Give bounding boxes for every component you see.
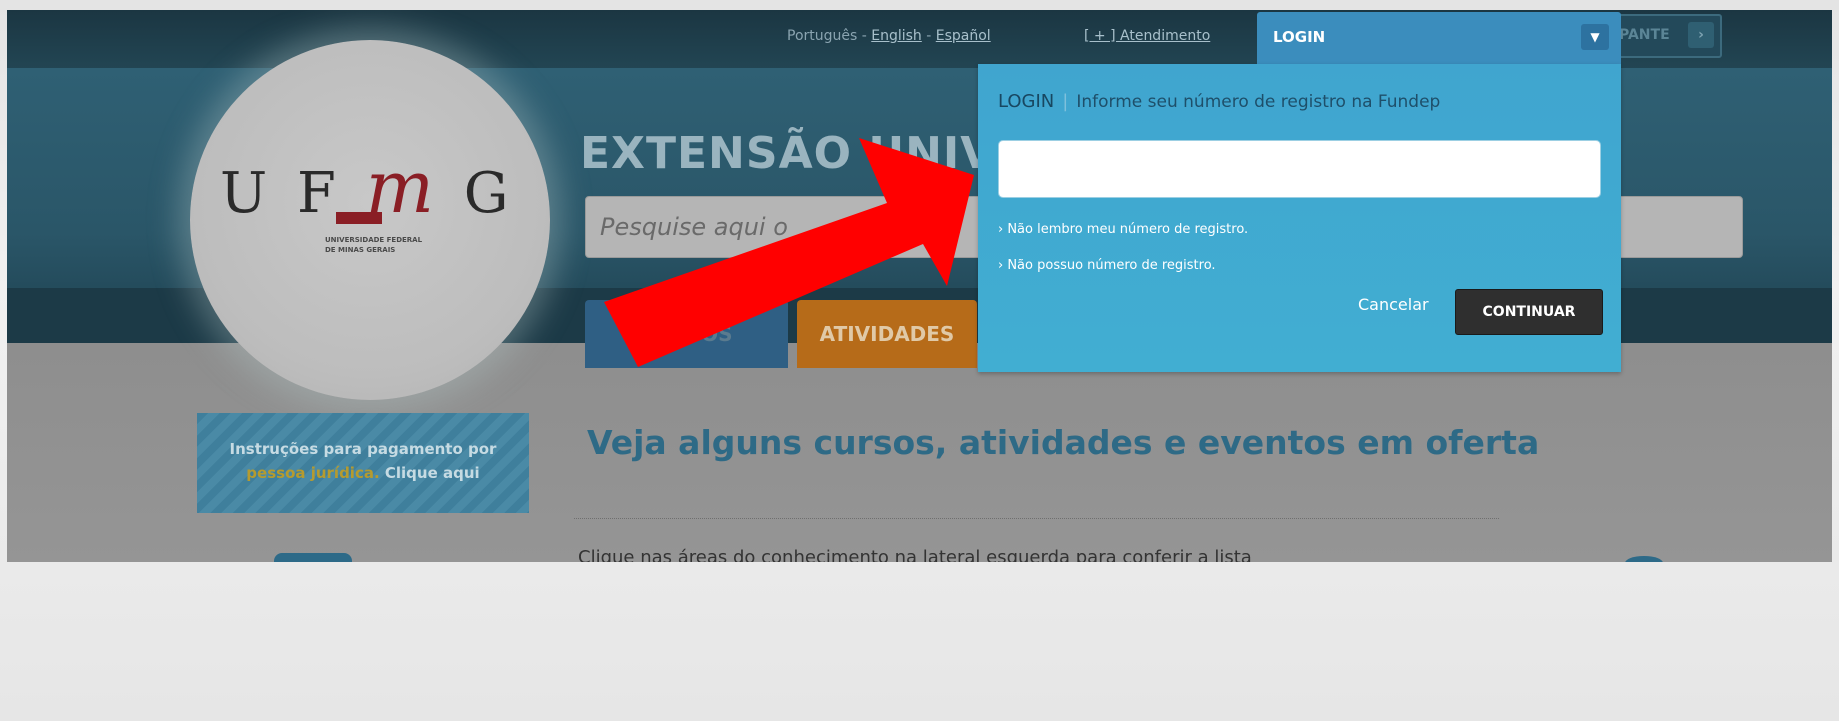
logo-subtitle: UNIVERSIDADE FEDERAL DE MINAS GERAIS: [325, 236, 423, 254]
screenshot-frame: Português - English - Español [ + ] Aten…: [7, 10, 1832, 562]
participante-label: PANTE: [1619, 27, 1670, 43]
chevron-right-icon: ›: [1688, 22, 1714, 48]
intro-text: Clique nas áreas do conhecimento na late…: [578, 547, 1252, 562]
category-icon[interactable]: [274, 553, 352, 562]
no-registration-link[interactable]: › Não possuo número de registro.: [998, 258, 1216, 273]
login-title: LOGIN: [998, 91, 1055, 112]
title-separator: |: [1062, 91, 1069, 112]
promo-highlight: pessoa jurídica.: [246, 464, 380, 482]
section-heading: Veja alguns cursos, atividades e eventos…: [587, 423, 1540, 462]
payment-instructions-banner[interactable]: Instruções para pagamento por pessoa jur…: [197, 413, 529, 513]
language-english[interactable]: English: [871, 28, 922, 44]
forgot-registration-link[interactable]: › Não lembro meu número de registro.: [998, 222, 1248, 237]
promo-line1: Instruções para pagamento por: [229, 440, 497, 458]
promo-line2: pessoa jurídica. Clique aqui: [197, 461, 529, 485]
language-separator: -: [857, 28, 872, 44]
cancel-button[interactable]: Cancelar: [1358, 295, 1429, 314]
login-toggle[interactable]: LOGIN ▼: [1257, 12, 1621, 64]
divider: [574, 518, 1499, 519]
login-hint: Informe seu número de registro na Fundep: [1076, 92, 1441, 112]
participante-button[interactable]: PANTE ›: [1605, 14, 1722, 58]
registration-number-input[interactable]: [998, 140, 1601, 198]
language-portuguese[interactable]: Português: [787, 28, 857, 44]
login-panel-title: LOGIN | Informe seu número de registro na …: [998, 91, 1440, 112]
logo-letter-g: G: [463, 161, 515, 226]
language-separator: -: [921, 28, 936, 44]
language-switcher: Português - English - Español: [787, 28, 991, 44]
logo-red-bar: [336, 212, 382, 224]
atendimento-link[interactable]: [ + ] Atendimento: [1084, 28, 1210, 44]
page-title: EXTENSÃO UNIVE: [580, 128, 1027, 179]
continue-button[interactable]: CONTINUAR: [1455, 289, 1603, 335]
chevron-down-icon[interactable]: ▼: [1581, 24, 1609, 50]
login-header-label: LOGIN: [1273, 28, 1326, 46]
login-panel: LOGIN | Informe seu número de registro na …: [978, 64, 1621, 372]
tab-atividades[interactable]: ATIVIDADES: [797, 300, 977, 368]
language-spanish[interactable]: Español: [936, 28, 991, 44]
tab-cursos[interactable]: CURSOS: [585, 300, 788, 368]
ufmg-logo[interactable]: U F m G UNIVERSIDADE FEDERAL DE MINAS GE…: [190, 40, 550, 400]
promo-cta: Clique aqui: [379, 464, 480, 482]
logo-letter-u: U: [220, 161, 274, 226]
